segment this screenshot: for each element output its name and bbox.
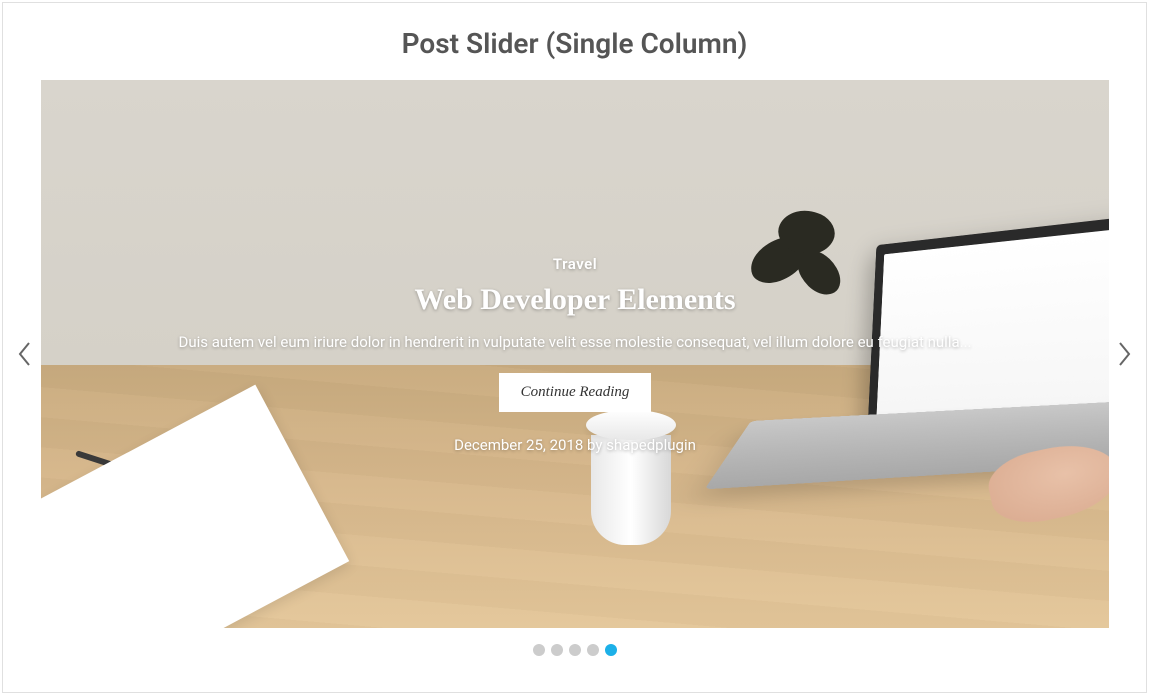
pagination-dots bbox=[3, 628, 1146, 656]
by-label: by bbox=[583, 436, 606, 454]
next-arrow-button[interactable] bbox=[1108, 334, 1140, 374]
slide-meta: December 25, 2018 by shapedplugin bbox=[454, 436, 696, 454]
slide-excerpt: Duis autem vel eum iriure dolor in hendr… bbox=[178, 333, 971, 351]
slide-category[interactable]: Travel bbox=[553, 255, 597, 273]
chevron-left-icon bbox=[16, 340, 34, 368]
chevron-right-icon bbox=[1115, 340, 1133, 368]
slide-date: December 25, 2018 bbox=[454, 436, 583, 454]
prev-arrow-button[interactable] bbox=[9, 334, 41, 374]
slider-wrapper: Travel Web Developer Elements Duis autem… bbox=[3, 80, 1146, 628]
pagination-dot-2[interactable] bbox=[551, 644, 563, 656]
slider-container: Post Slider (Single Column) bbox=[2, 2, 1147, 693]
continue-reading-button[interactable]: Continue Reading bbox=[499, 373, 652, 412]
slide: Travel Web Developer Elements Duis autem… bbox=[41, 80, 1109, 628]
slide-author[interactable]: shapedplugin bbox=[606, 436, 696, 454]
pagination-dot-1[interactable] bbox=[533, 644, 545, 656]
pagination-dot-3[interactable] bbox=[569, 644, 581, 656]
page-title: Post Slider (Single Column) bbox=[3, 3, 1146, 80]
pagination-dot-5[interactable] bbox=[605, 644, 617, 656]
slide-title[interactable]: Web Developer Elements bbox=[414, 283, 735, 317]
slide-content: Travel Web Developer Elements Duis autem… bbox=[41, 80, 1109, 628]
pagination-dot-4[interactable] bbox=[587, 644, 599, 656]
